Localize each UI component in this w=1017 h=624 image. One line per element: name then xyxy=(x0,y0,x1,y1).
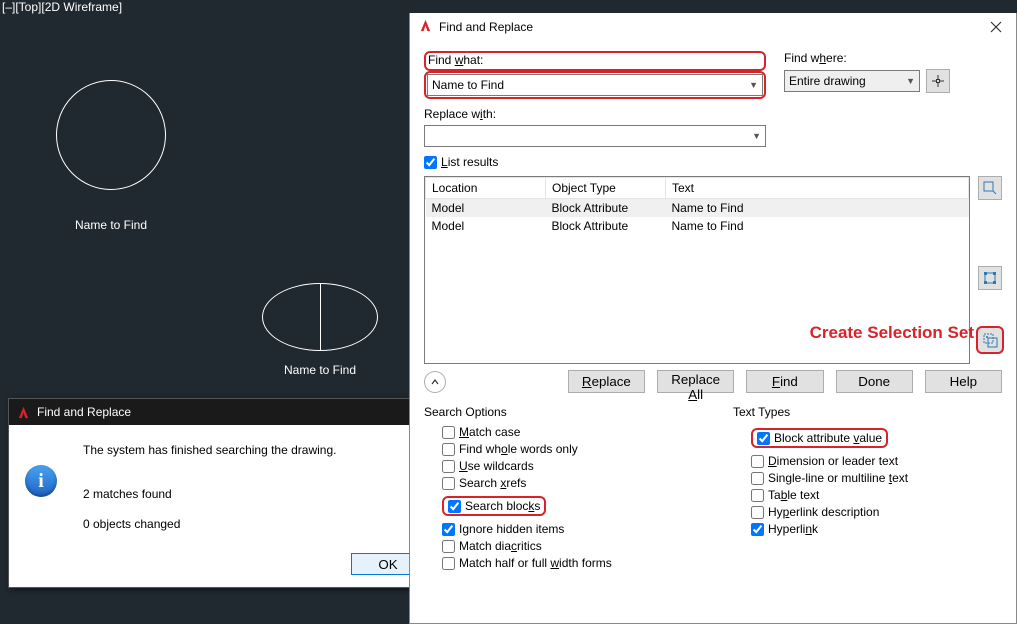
match-diacritics-checkbox[interactable] xyxy=(442,540,455,553)
zoom-to-button[interactable] xyxy=(978,176,1002,200)
wildcards-label: Use wildcards xyxy=(459,459,534,473)
hyperlink-desc-checkbox[interactable] xyxy=(751,506,764,519)
hyperlink-checkbox[interactable] xyxy=(751,523,764,536)
search-options-heading: Search Options xyxy=(424,405,693,419)
find-what-input[interactable]: Name to Find▼ xyxy=(427,74,763,96)
list-results-label: List results xyxy=(441,155,498,169)
search-blocks-label: Search blocks xyxy=(465,499,540,513)
table-row[interactable]: ModelBlock AttributeName to Find xyxy=(426,199,969,218)
search-blocks-checkbox[interactable] xyxy=(448,500,461,513)
text-types-group: Text Types Block attribute value Dimensi… xyxy=(733,405,1002,573)
ellipse-axis xyxy=(320,284,321,350)
match-case-label: Match case xyxy=(459,425,520,439)
messagebox-line2: 2 matches found xyxy=(83,479,336,509)
block-attribute-value-checkbox[interactable] xyxy=(757,432,770,445)
table-text-label: Table text xyxy=(768,488,819,502)
search-options-group: Search Options Match case Find whole wor… xyxy=(424,405,693,573)
whole-words-checkbox[interactable] xyxy=(442,443,455,456)
dimension-text-label: Dimension or leader text xyxy=(768,454,898,468)
autocad-logo-icon xyxy=(15,404,31,420)
half-full-width-checkbox[interactable] xyxy=(442,557,455,570)
replace-with-input[interactable]: ▼ xyxy=(424,125,766,147)
search-xrefs-checkbox[interactable] xyxy=(442,477,455,490)
circle-label: Name to Find xyxy=(56,218,166,232)
col-text[interactable]: Text xyxy=(666,178,969,199)
ellipse-label: Name to Find xyxy=(262,363,378,377)
col-object-type[interactable]: Object Type xyxy=(546,178,666,199)
half-full-width-label: Match half or full width forms xyxy=(459,556,612,570)
close-icon[interactable] xyxy=(976,14,1016,40)
table-text-checkbox[interactable] xyxy=(751,489,764,502)
replace-button[interactable]: Replace xyxy=(568,370,645,393)
find-button[interactable]: Find xyxy=(746,370,823,393)
replace-all-button[interactable]: Replace All xyxy=(657,370,734,393)
select-all-button[interactable] xyxy=(978,266,1002,290)
dialog-title: Find and Replace xyxy=(439,20,976,34)
messagebox-line1: The system has finished searching the dr… xyxy=(83,441,336,459)
select-objects-button[interactable] xyxy=(926,69,950,93)
hyperlink-desc-label: Hyperlink description xyxy=(768,505,879,519)
annotation-create-selection-set: Create Selection Set xyxy=(810,323,974,343)
viewport-label[interactable]: [–][Top][2D Wireframe] xyxy=(2,0,122,14)
autocad-logo-icon xyxy=(418,18,433,36)
chevron-down-icon: ▼ xyxy=(752,131,761,141)
find-replace-dialog: Find and Replace Find what: Name to Find… xyxy=(409,13,1017,624)
messagebox-title: Find and Replace xyxy=(37,405,397,419)
find-what-label: Find what: xyxy=(424,51,766,71)
help-button[interactable]: Help xyxy=(925,370,1002,393)
messagebox-titlebar[interactable]: Find and Replace xyxy=(9,399,437,425)
messagebox-find-complete: Find and Replace i The system has finish… xyxy=(8,398,438,588)
info-icon: i xyxy=(25,465,57,497)
match-case-checkbox[interactable] xyxy=(442,426,455,439)
find-where-label: Find where: xyxy=(784,51,984,65)
circle-block[interactable] xyxy=(56,80,166,190)
dimension-text-checkbox[interactable] xyxy=(751,455,764,468)
col-location[interactable]: Location xyxy=(426,178,546,199)
ignore-hidden-label: Ignore hidden items xyxy=(459,522,564,536)
chevron-down-icon: ▼ xyxy=(906,76,915,86)
create-selection-set-button[interactable] xyxy=(976,326,1004,354)
single-multiline-checkbox[interactable] xyxy=(751,472,764,485)
collapse-options-button[interactable] xyxy=(424,371,446,393)
replace-with-label: Replace with: xyxy=(424,107,766,121)
block-attribute-value-label: Block attribute value xyxy=(774,431,882,445)
table-row[interactable]: ModelBlock AttributeName to Find xyxy=(426,217,969,235)
text-types-heading: Text Types xyxy=(733,405,1002,419)
whole-words-label: Find whole words only xyxy=(459,442,578,456)
find-where-select[interactable]: Entire drawing▼ xyxy=(784,70,920,92)
hyperlink-label: Hyperlink xyxy=(768,522,818,536)
single-multiline-label: Single-line or multiline text xyxy=(768,471,908,485)
chevron-down-icon: ▼ xyxy=(749,80,758,90)
list-results-checkbox[interactable] xyxy=(424,156,437,169)
wildcards-checkbox[interactable] xyxy=(442,460,455,473)
done-button[interactable]: Done xyxy=(836,370,913,393)
search-xrefs-label: Search xrefs xyxy=(459,476,526,490)
match-diacritics-label: Match diacritics xyxy=(459,539,542,553)
ignore-hidden-checkbox[interactable] xyxy=(442,523,455,536)
dialog-titlebar[interactable]: Find and Replace xyxy=(410,13,1016,41)
messagebox-line3: 0 objects changed xyxy=(83,509,336,539)
